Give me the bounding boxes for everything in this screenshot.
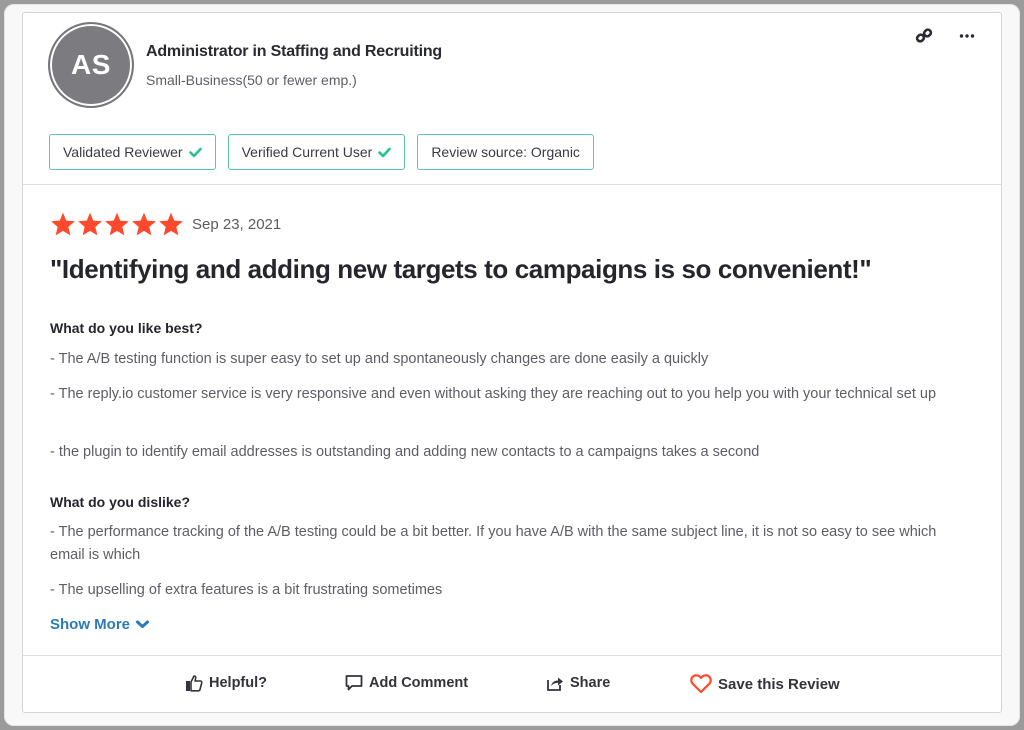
thumbs-up-icon bbox=[186, 675, 203, 692]
add-comment-button[interactable]: Add Comment bbox=[345, 674, 468, 692]
more-options-icon bbox=[959, 34, 975, 38]
comment-icon bbox=[345, 675, 363, 691]
review-card: AS Administrator in Staffing and Recruit… bbox=[22, 12, 1002, 713]
check-icon bbox=[188, 147, 202, 157]
show-more-button[interactable]: Show More bbox=[50, 616, 150, 633]
show-more-label: Show More bbox=[50, 616, 131, 633]
answer-item: - the plugin to identify email addresses… bbox=[50, 444, 760, 460]
badge-list: Validated Reviewer Verified Current User… bbox=[49, 134, 594, 170]
star-icon bbox=[159, 212, 183, 236]
more-options-button[interactable] bbox=[956, 25, 978, 47]
add-comment-label: Add Comment bbox=[369, 675, 469, 691]
review-body: Sep 23, 2021 "Identifying and adding new… bbox=[50, 211, 980, 633]
check-icon bbox=[378, 147, 392, 157]
answer-item: - The upselling of extra features is a b… bbox=[50, 582, 443, 598]
reviewer-header: AS Administrator in Staffing and Recruit… bbox=[23, 13, 1001, 185]
rating-row: Sep 23, 2021 bbox=[50, 211, 980, 237]
avatar: AS bbox=[48, 22, 134, 108]
star-icon bbox=[78, 212, 102, 236]
heart-icon bbox=[690, 674, 712, 694]
star-icon bbox=[105, 212, 129, 236]
question-dislike: What do you dislike? bbox=[50, 494, 191, 510]
answer-item: - The A/B testing function is super easy… bbox=[50, 351, 709, 367]
badge-validated-reviewer: Validated Reviewer bbox=[49, 134, 216, 170]
reviewer-company-size: Small-Business(50 or fewer emp.) bbox=[146, 72, 357, 88]
star-icon bbox=[132, 212, 156, 236]
badge-label: Verified Current User bbox=[241, 144, 373, 160]
copy-link-button[interactable] bbox=[913, 25, 935, 47]
helpful-label: Helpful? bbox=[209, 675, 267, 691]
helpful-button[interactable]: Helpful? bbox=[185, 674, 267, 692]
share-button[interactable]: Share bbox=[546, 674, 610, 692]
answer-item: - The performance tracking of the A/B te… bbox=[50, 524, 937, 563]
badge-label: Review source: Organic bbox=[431, 144, 580, 160]
question-like-best: What do you like best? bbox=[50, 320, 203, 336]
reviewer-title: Administrator in Staffing and Recruiting bbox=[146, 43, 443, 60]
save-review-label: Save this Review bbox=[718, 675, 840, 693]
share-icon bbox=[547, 677, 563, 691]
badge-review-source: Review source: Organic bbox=[417, 134, 594, 170]
link-icon bbox=[915, 28, 933, 43]
save-review-button[interactable]: Save this Review bbox=[690, 674, 840, 694]
star-rating bbox=[50, 211, 184, 237]
share-label: Share bbox=[570, 675, 611, 691]
review-date: Sep 23, 2021 bbox=[192, 215, 282, 233]
chevron-down-icon bbox=[136, 620, 150, 628]
answer-item: - The reply.io customer service is very … bbox=[50, 386, 937, 402]
badge-label: Validated Reviewer bbox=[63, 144, 183, 160]
window-frame: AS Administrator in Staffing and Recruit… bbox=[4, 4, 1020, 726]
badge-verified-current-user: Verified Current User bbox=[227, 134, 406, 170]
review-actions: Helpful? Add Comment Share Save this Rev… bbox=[23, 655, 1001, 714]
review-title: "Identifying and adding new targets to c… bbox=[50, 254, 872, 284]
star-icon bbox=[51, 212, 75, 236]
